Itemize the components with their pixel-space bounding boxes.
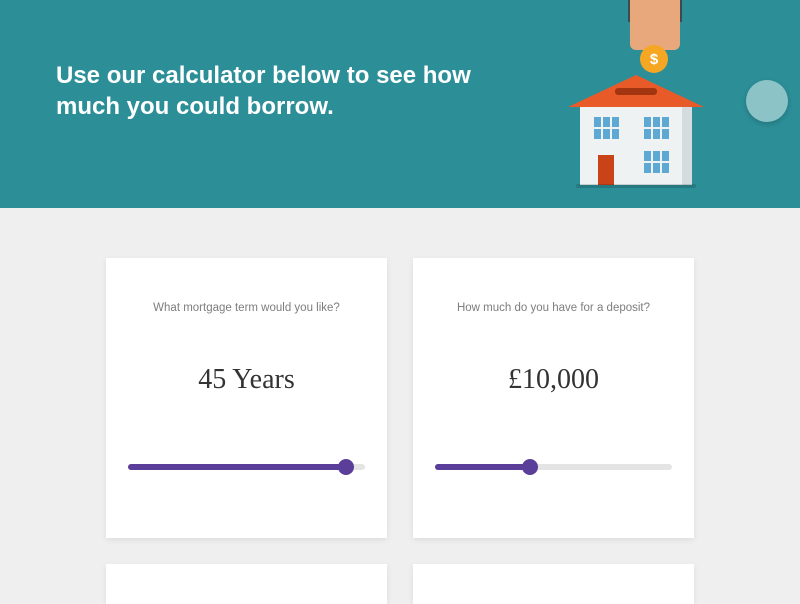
slider-thumb[interactable] — [338, 459, 354, 475]
slider-fill — [435, 464, 530, 470]
window-icon — [644, 117, 669, 139]
hero-banner: Use our calculator below to see how much… — [0, 0, 800, 208]
window-icon — [594, 117, 619, 139]
mortgage-term-slider[interactable] — [128, 464, 365, 470]
floating-action-button[interactable] — [746, 80, 788, 122]
deposit-label: How much do you have for a deposit? — [435, 302, 672, 314]
mortgage-term-value: 45 Years — [128, 364, 365, 396]
card-stub — [413, 564, 694, 604]
calculator-cards-row: What mortgage term would you like? 45 Ye… — [0, 208, 800, 538]
house-savings-illustration: $ — [570, 0, 730, 200]
mortgage-term-card: What mortgage term would you like? 45 Ye… — [106, 258, 387, 538]
house-body — [580, 107, 692, 185]
slider-fill — [128, 464, 346, 470]
hand-icon — [630, 0, 680, 50]
window-icon — [644, 151, 669, 173]
hero-title: Use our calculator below to see how much… — [56, 60, 476, 122]
calculator-cards-row-2 — [0, 538, 800, 604]
deposit-value: £10,000 — [435, 364, 672, 396]
deposit-slider[interactable] — [435, 464, 672, 470]
mortgage-term-label: What mortgage term would you like? — [128, 302, 365, 314]
slider-thumb[interactable] — [522, 459, 538, 475]
card-stub — [106, 564, 387, 604]
coin-icon: $ — [640, 45, 668, 73]
door-icon — [598, 155, 614, 185]
ground-shadow — [576, 184, 696, 188]
coin-slot — [615, 88, 657, 95]
deposit-card: How much do you have for a deposit? £10,… — [413, 258, 694, 538]
